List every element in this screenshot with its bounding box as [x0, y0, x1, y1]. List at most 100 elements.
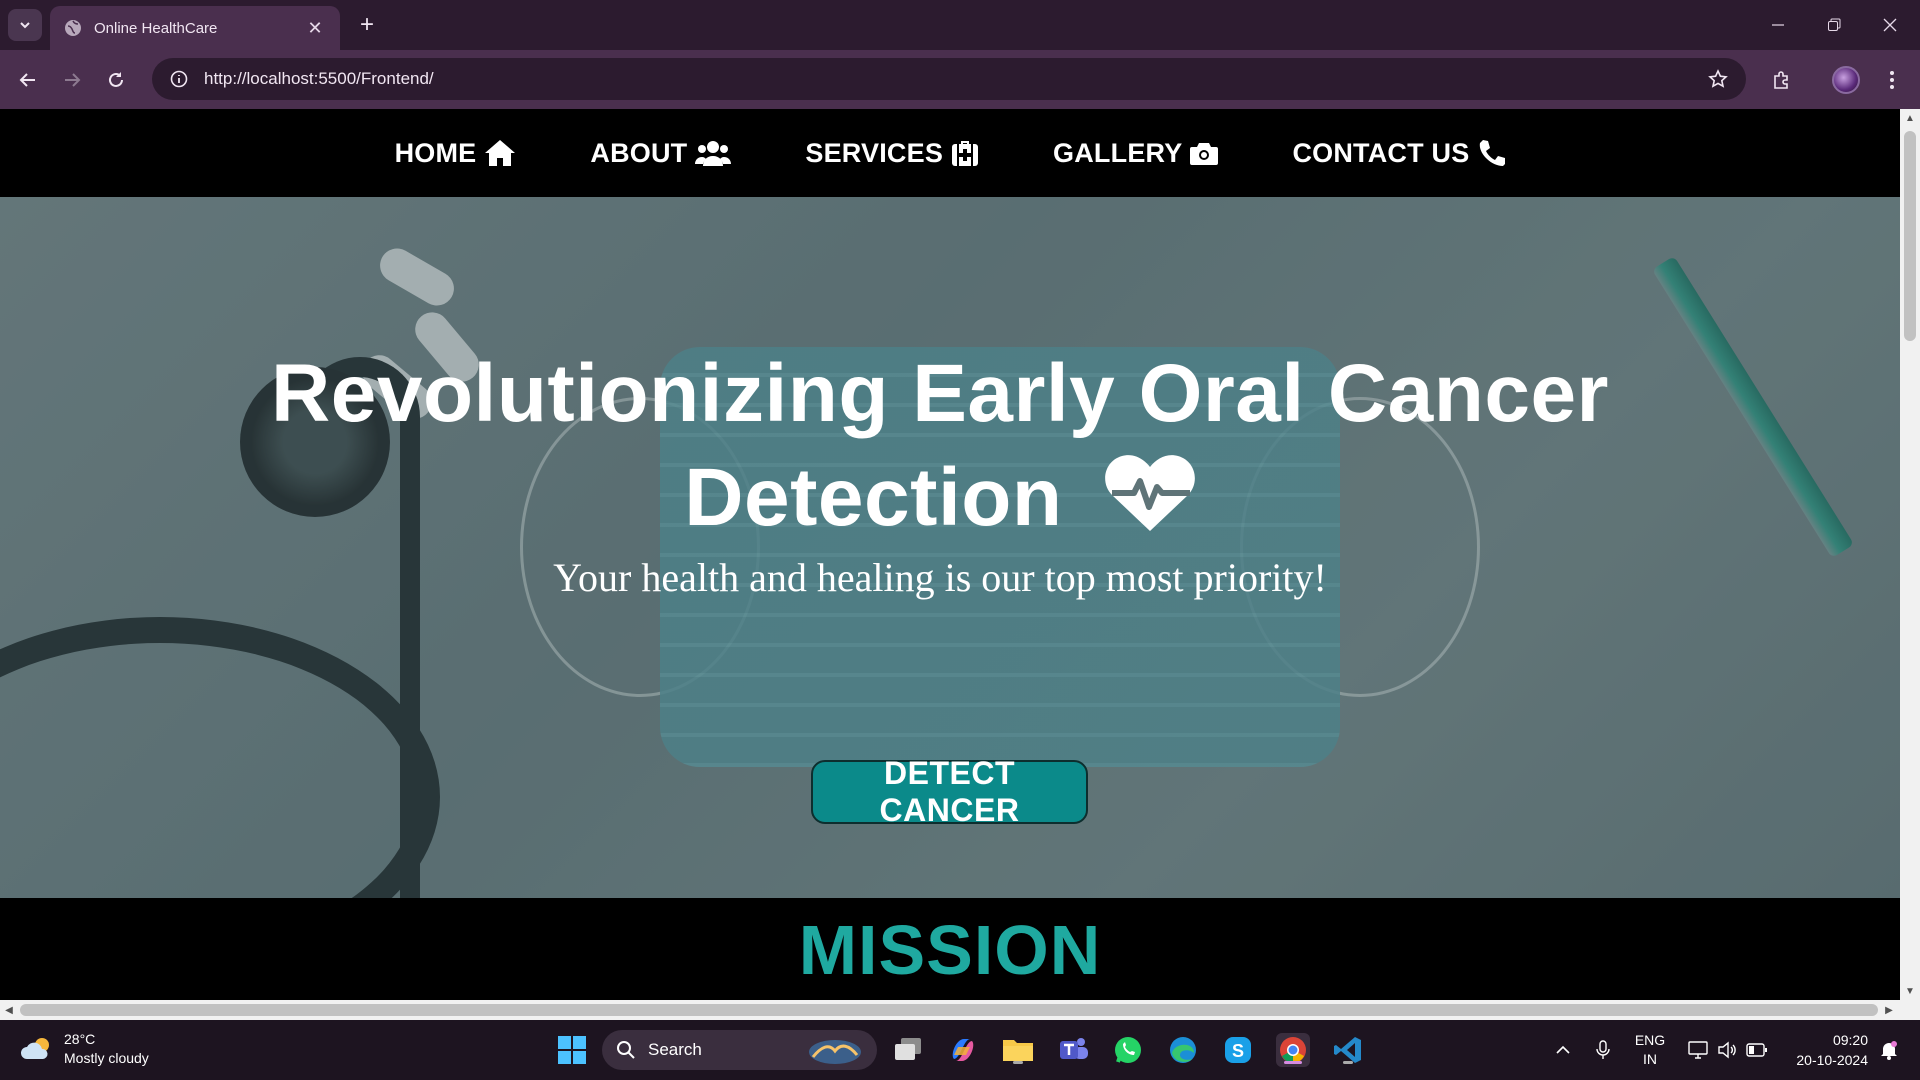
arrow-right-icon	[65, 73, 81, 87]
bell-icon	[1881, 1041, 1897, 1060]
teams-icon	[1060, 1038, 1088, 1059]
mission-section: MISSION	[0, 898, 1900, 1000]
mission-title: MISSION	[798, 911, 1102, 989]
minimize-icon	[1772, 24, 1784, 26]
vertical-scroll-thumb[interactable]	[1904, 131, 1916, 341]
battery-icon	[1746, 1043, 1767, 1057]
nav-services-label: SERVICES	[805, 137, 944, 168]
teams-app[interactable]	[1056, 1033, 1090, 1067]
clock-date: 20-10-2024	[1796, 1052, 1868, 1068]
nav-gallery[interactable]: GALLERY	[1053, 137, 1219, 169]
whatsapp-app[interactable]	[1111, 1033, 1145, 1067]
scroll-right-arrow-icon[interactable]: ▶	[1880, 1000, 1898, 1020]
file-explorer-app[interactable]	[1001, 1033, 1035, 1067]
nav-home[interactable]: HOME	[395, 138, 517, 169]
speaker-icon	[1718, 1041, 1736, 1059]
nav-contact-label: CONTACT US	[1292, 137, 1470, 168]
chevron-up-icon	[1556, 1045, 1570, 1054]
tab-title: Online HealthCare	[94, 19, 218, 37]
battery-tray[interactable]	[1742, 1020, 1772, 1080]
nav-home-label: HOME	[394, 137, 477, 168]
scroll-down-arrow-icon[interactable]: ▼	[1900, 982, 1920, 1000]
nav-services[interactable]: SERVICES	[805, 138, 979, 169]
restore-button[interactable]	[1806, 0, 1862, 50]
reload-button[interactable]	[98, 62, 134, 98]
microphone-tray[interactable]	[1588, 1020, 1618, 1080]
copilot-app[interactable]	[946, 1033, 980, 1067]
horizontal-scrollbar[interactable]: ◀ ▶	[0, 1000, 1920, 1020]
minimize-button[interactable]	[1750, 0, 1806, 50]
profile-button[interactable]	[1828, 62, 1864, 98]
users-icon	[695, 141, 732, 166]
nav-about-label: ABOUT	[590, 137, 688, 168]
search-icon	[617, 1041, 635, 1059]
more-vertical-icon	[1890, 71, 1894, 89]
cloudy-weather-icon	[21, 1038, 49, 1059]
site-navbar: HOME ABOUT SERVICES GALLERY CONTACT US	[0, 109, 1900, 197]
language-indicator[interactable]: ENG IN	[1628, 1020, 1672, 1080]
start-button[interactable]	[555, 1033, 589, 1067]
close-icon	[1883, 18, 1897, 32]
nav-contact[interactable]: CONTACT US	[1292, 137, 1506, 169]
nav-about[interactable]: ABOUT	[590, 137, 732, 169]
language-code: ENG	[1634, 1032, 1666, 1048]
menu-button[interactable]	[1874, 62, 1910, 98]
reload-icon	[109, 72, 123, 87]
forward-button[interactable]	[54, 62, 90, 98]
svg-text:S: S	[1232, 1041, 1244, 1061]
weather-desc: Mostly cloudy	[64, 1050, 149, 1066]
edge-app[interactable]	[1166, 1033, 1200, 1067]
language-region: IN	[1643, 1051, 1657, 1067]
new-tab-button[interactable]: +	[352, 10, 382, 40]
scroll-up-arrow-icon[interactable]: ▲	[1900, 109, 1920, 127]
search-highlight-icon	[809, 1040, 861, 1064]
browser-tab-bar: Online HealthCare ✕ +	[0, 0, 1920, 50]
running-indicator	[1343, 1061, 1353, 1064]
scroll-left-arrow-icon[interactable]: ◀	[0, 1000, 18, 1020]
tab-close-icon[interactable]: ✕	[304, 18, 326, 39]
weather-widget[interactable]: 28°C Mostly cloudy	[20, 1030, 149, 1068]
tab-search-button[interactable]	[8, 9, 42, 41]
chrome-app[interactable]	[1276, 1033, 1310, 1067]
weather-temp: 28°C	[64, 1031, 96, 1047]
taskbar-clock[interactable]: 09:20 20-10-2024	[1784, 1030, 1868, 1070]
heartbeat-icon	[1104, 455, 1195, 531]
puzzle-icon	[1774, 71, 1788, 89]
globe-icon	[65, 20, 81, 36]
home-icon	[485, 140, 516, 166]
vertical-scrollbar[interactable]: ▲ ▼	[1900, 109, 1920, 1000]
phone-icon	[1480, 140, 1506, 166]
browser-tab-active[interactable]: Online HealthCare ✕	[50, 6, 340, 50]
restore-icon	[1828, 18, 1841, 31]
task-view-button[interactable]	[891, 1033, 925, 1067]
taskbar-search[interactable]: Search	[602, 1030, 877, 1070]
hero-headline-line1: Revolutionizing Early Oral Cancer	[271, 348, 1609, 439]
edge-icon	[1170, 1037, 1196, 1063]
vscode-app[interactable]	[1331, 1033, 1365, 1067]
back-button[interactable]	[10, 62, 46, 98]
horizontal-scroll-thumb[interactable]	[20, 1004, 1878, 1016]
close-window-button[interactable]	[1862, 0, 1918, 50]
skype-app[interactable]: S	[1221, 1033, 1255, 1067]
show-hidden-icons-button[interactable]	[1548, 1020, 1578, 1080]
folder-icon	[1003, 1040, 1033, 1061]
active-indicator	[1284, 1061, 1302, 1064]
microphone-icon	[1596, 1040, 1610, 1059]
browser-toolbar: http://localhost:5500/Frontend/	[0, 50, 1920, 109]
hero-tagline: Your health and healing is our top most …	[553, 555, 1327, 600]
network-tray[interactable]	[1684, 1020, 1712, 1080]
extensions-button[interactable]	[1764, 62, 1800, 98]
nav-gallery-label: GALLERY	[1053, 137, 1183, 168]
arrow-left-icon	[19, 73, 35, 87]
network-icon	[1688, 1041, 1708, 1059]
copilot-icon	[952, 1039, 974, 1061]
bookmark-star-icon[interactable]	[1708, 69, 1728, 89]
notifications-button[interactable]	[1874, 1020, 1904, 1080]
page-viewport: HOME ABOUT SERVICES GALLERY CONTACT US R…	[0, 109, 1900, 1000]
volume-tray[interactable]	[1714, 1020, 1740, 1080]
site-info-icon[interactable]	[170, 70, 188, 88]
detect-cancer-button[interactable]: DETECT CANCER	[811, 755, 1088, 828]
url-text[interactable]: http://localhost:5500/Frontend/	[204, 69, 1708, 89]
address-bar[interactable]: http://localhost:5500/Frontend/	[152, 58, 1746, 100]
hero-headline: Revolutionizing Early Oral Cancer Detect…	[0, 342, 1880, 550]
